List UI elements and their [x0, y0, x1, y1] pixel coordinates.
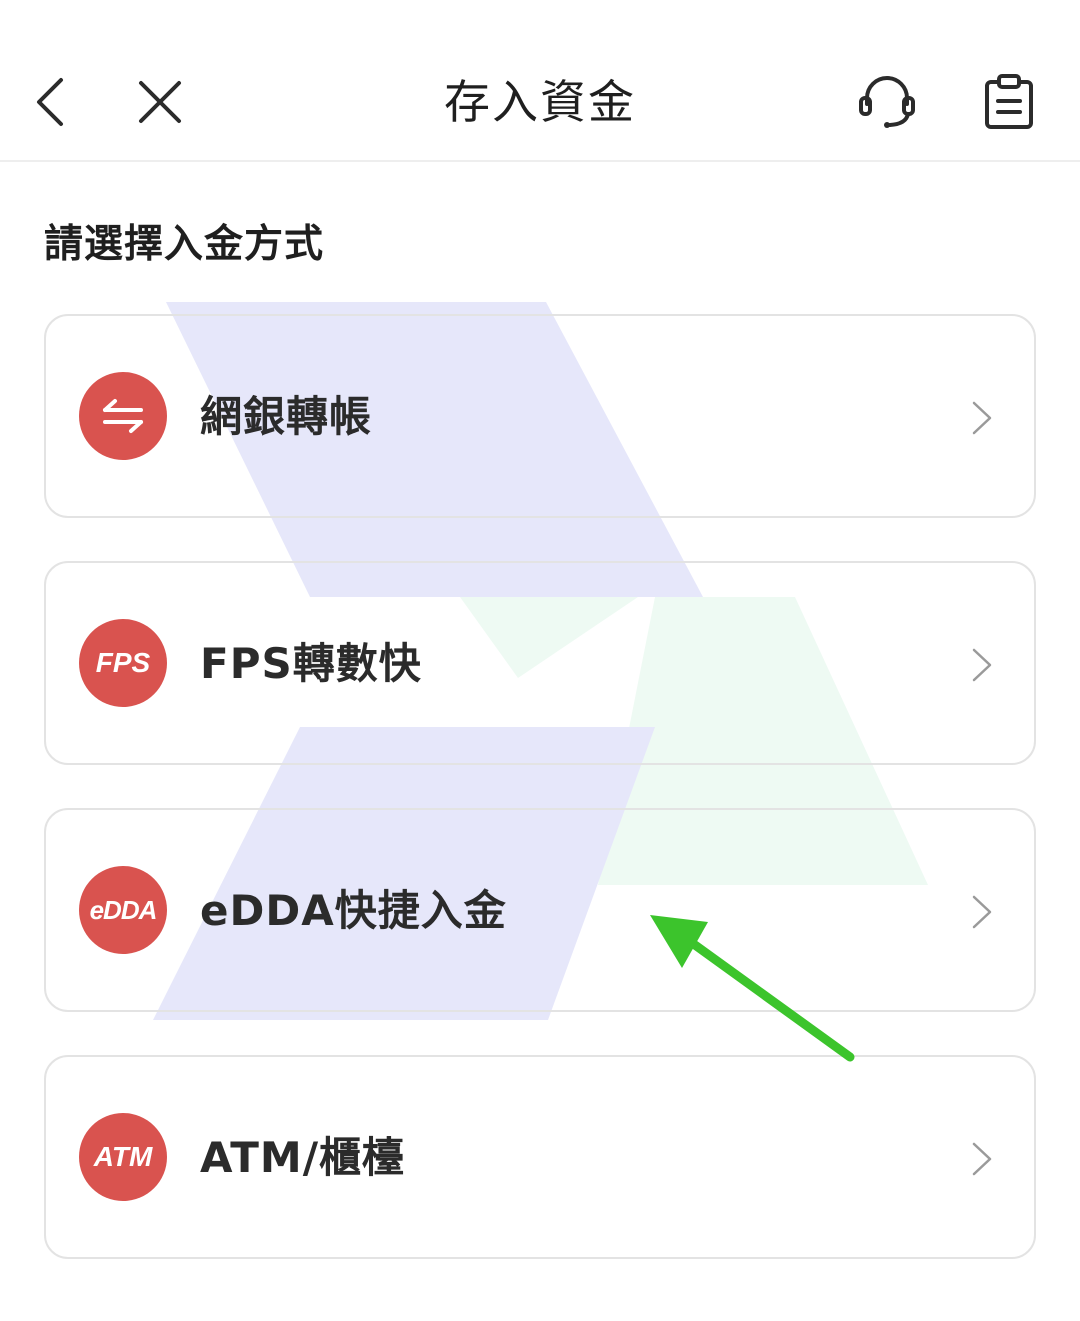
- deposit-funds-screen: 存入資金 請選擇入金方式 網銀轉帳 FPS FPS轉數快 eDDA eDDA快捷…: [0, 0, 1080, 1321]
- top-navigation-bar: 存入資金: [0, 0, 1080, 162]
- option-edda[interactable]: eDDA eDDA快捷入金: [44, 808, 1036, 1012]
- atm-badge-text: ATM: [93, 1141, 153, 1172]
- clipboard-icon: [985, 74, 1033, 129]
- section-title: 請選擇入金方式: [44, 222, 325, 267]
- option-label: eDDA快捷入金: [200, 886, 507, 935]
- option-online-banking-transfer[interactable]: 網銀轉帳: [44, 314, 1036, 518]
- transfer-arrows-icon: [79, 372, 167, 460]
- option-label: ATM/櫃檯: [200, 1133, 406, 1182]
- chevron-right-icon: [972, 401, 992, 435]
- headset-icon: [859, 76, 915, 128]
- fps-badge-text: FPS: [95, 647, 151, 678]
- chevron-right-icon: [972, 895, 992, 929]
- option-atm-counter[interactable]: ATM ATM/櫃檯: [44, 1055, 1036, 1259]
- customer-support-button[interactable]: [852, 68, 922, 136]
- option-label: FPS轉數快: [200, 639, 422, 688]
- chevron-right-icon: [972, 1142, 992, 1176]
- edda-badge-icon: eDDA: [79, 866, 167, 954]
- fps-badge-icon: FPS: [79, 619, 167, 707]
- option-label: 網銀轉帳: [200, 392, 373, 441]
- atm-badge-icon: ATM: [79, 1113, 167, 1201]
- edda-badge-text: eDDA: [89, 894, 158, 925]
- chevron-right-icon: [972, 648, 992, 682]
- records-button[interactable]: [978, 70, 1040, 134]
- option-fps[interactable]: FPS FPS轉數快: [44, 561, 1036, 765]
